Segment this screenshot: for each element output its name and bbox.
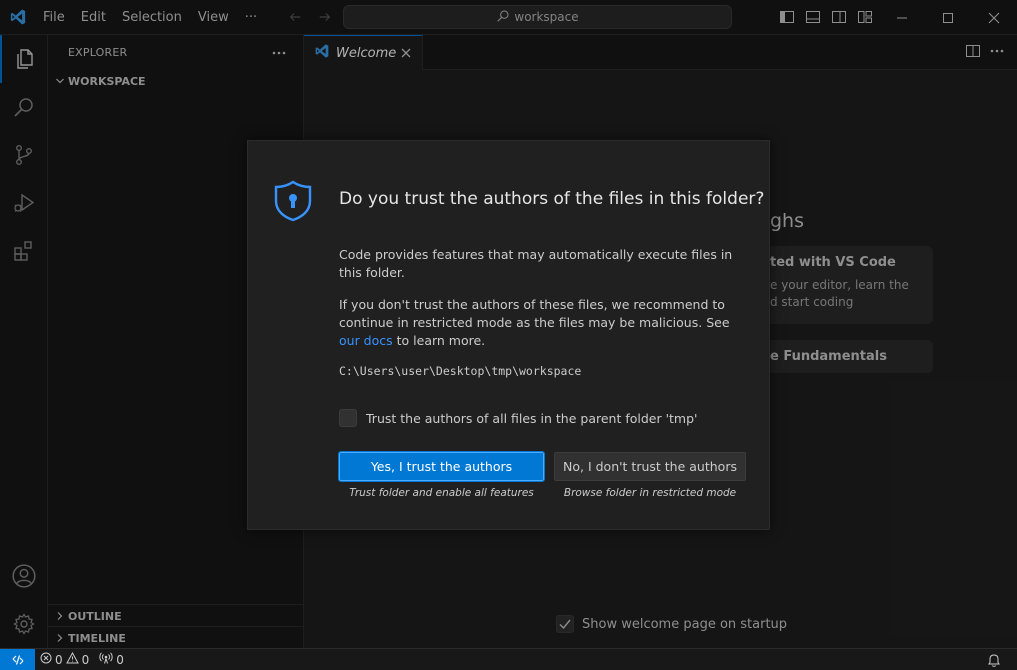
our-docs-link[interactable]: our docs [339, 333, 393, 348]
notifications-bell-icon[interactable] [987, 652, 1003, 668]
problems-status[interactable]: 0 0 [35, 651, 94, 667]
dialog-paragraph-2: If you don't trust the authors of these … [339, 296, 749, 350]
shield-lock-icon [272, 179, 314, 223]
dialog-paragraph-1: Code provides features that may automati… [339, 247, 733, 280]
dialog-title: Do you trust the authors of the files in… [339, 189, 765, 209]
folder-path: C:\Users\user\Desktop\tmp\workspace [339, 364, 582, 378]
trust-parent-option[interactable]: Trust the authors of all files in the pa… [339, 409, 697, 427]
broadcast-icon [99, 652, 113, 667]
dialog-paragraph-2-end: to learn more. [392, 333, 486, 348]
remote-indicator-icon[interactable] [0, 648, 35, 670]
warning-icon [65, 651, 79, 667]
error-count: 0 [55, 652, 63, 667]
dont-trust-button-description: Browse folder in restricted mode [563, 487, 737, 499]
trust-button-description: Trust folder and enable all features [349, 487, 534, 499]
dialog-paragraph-2-text: If you don't trust the authors of these … [339, 297, 730, 330]
error-icon [40, 652, 52, 667]
trust-authors-button[interactable]: Yes, I trust the authors [338, 451, 545, 482]
workspace-trust-dialog: Do you trust the authors of the files in… [247, 140, 770, 530]
trust-parent-checkbox[interactable] [339, 409, 357, 427]
ports-status[interactable]: 0 [94, 652, 129, 667]
trust-parent-label: Trust the authors of all files in the pa… [366, 410, 698, 426]
ports-count: 0 [116, 652, 124, 667]
warning-count: 0 [81, 652, 90, 667]
dont-trust-button[interactable]: No, I don't trust the authors [554, 452, 746, 481]
status-bar: 0 0 0 [0, 648, 1017, 670]
